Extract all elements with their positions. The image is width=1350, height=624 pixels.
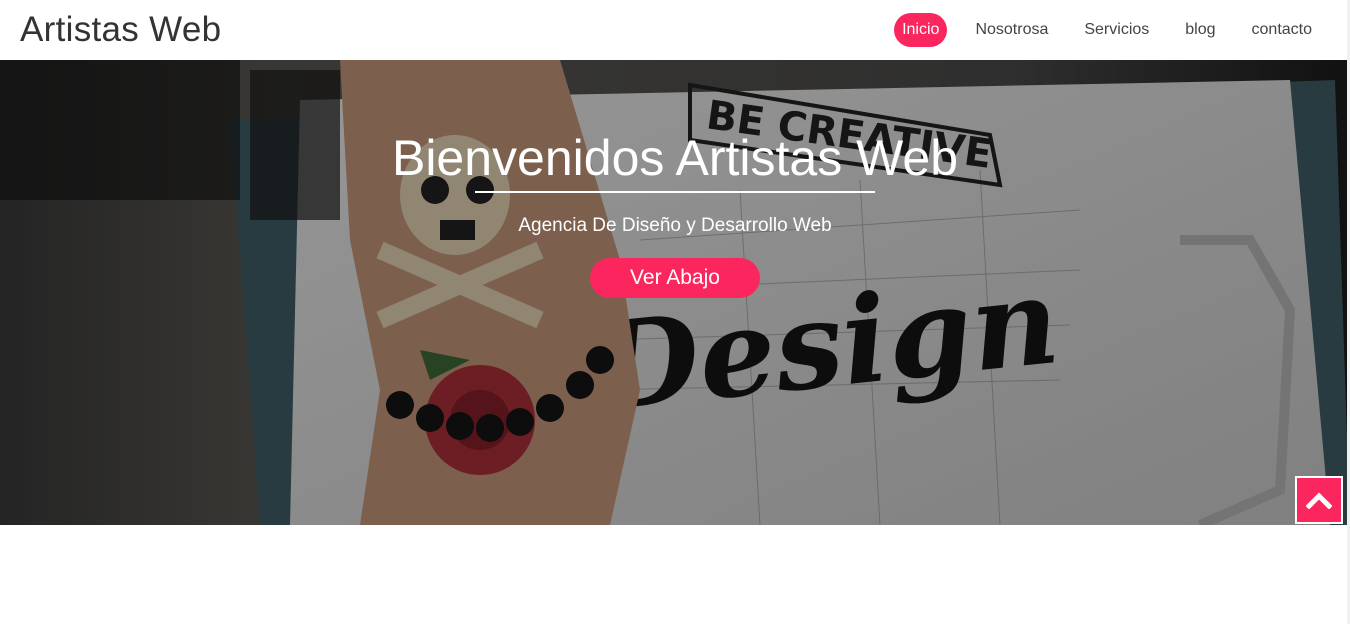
hero-divider [475, 191, 875, 193]
hero-content: Bienvenidos Artistas Web Agencia De Dise… [0, 60, 1350, 525]
nav-item-blog[interactable]: blog [1177, 13, 1223, 47]
nav-item-servicios[interactable]: Servicios [1076, 13, 1157, 47]
hero-title: Bienvenidos Artistas Web [391, 130, 959, 186]
navbar: Artistas Web Inicio Nosotrosa Servicios … [0, 0, 1350, 60]
nav-item-inicio[interactable]: Inicio [894, 13, 948, 47]
chevron-up-icon [1306, 492, 1332, 509]
hero-section: BE CREATIVE Design Bienvenidos Artistas … [0, 60, 1350, 525]
back-to-top-button[interactable] [1295, 476, 1343, 524]
hero-subtitle: Agencia De Diseño y Desarrollo Web [518, 215, 832, 236]
brand-logo-text[interactable]: Artistas Web [20, 10, 221, 50]
nav-item-nosotrosa[interactable]: Nosotrosa [967, 13, 1056, 47]
ver-abajo-button[interactable]: Ver Abajo [590, 258, 760, 298]
nav-item-contacto[interactable]: contacto [1244, 13, 1320, 47]
nav-menu: Inicio Nosotrosa Servicios blog contacto [874, 13, 1320, 47]
